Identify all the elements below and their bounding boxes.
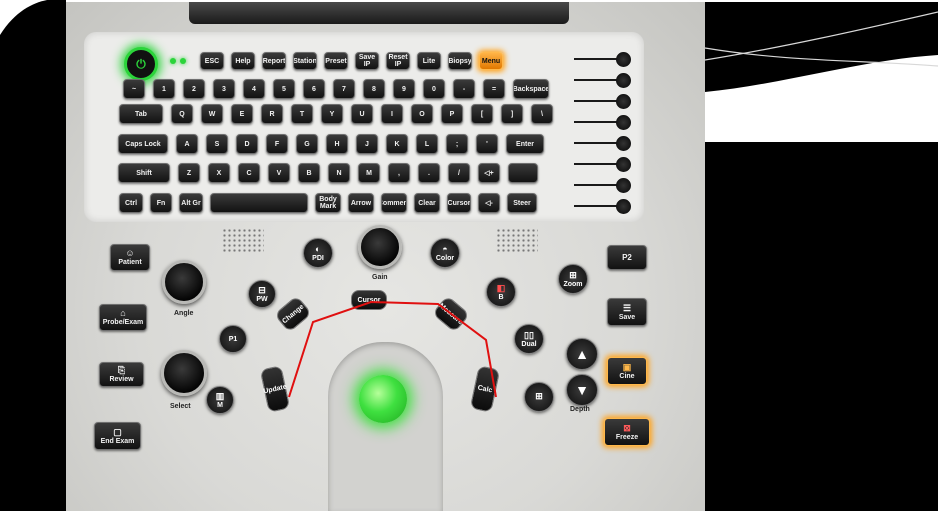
ultrasound-console-photo: ⏻ ESC Help Report Station Preset Save IP Reset…: [66, 2, 705, 511]
red-annotation-path: [288, 300, 497, 398]
presentation-slide: ⏻ ESC Help Report Station Preset Save IP Reset…: [0, 0, 938, 511]
